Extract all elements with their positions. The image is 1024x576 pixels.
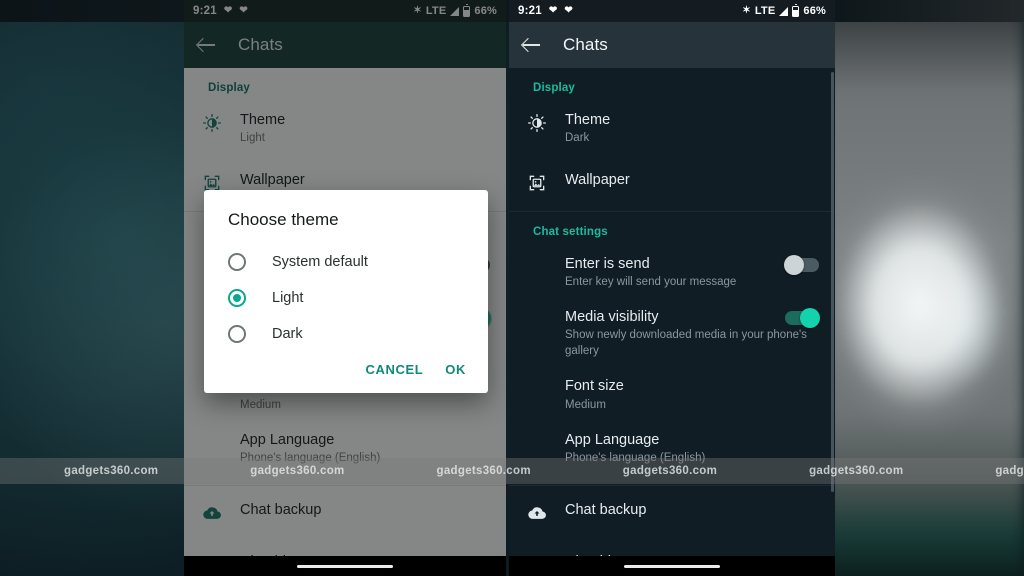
dialog-title: Choose theme: [228, 210, 339, 229]
radio-option-system-default[interactable]: System default: [204, 244, 488, 280]
list-item-title: Enter is send: [565, 255, 650, 272]
toggle-knob: [784, 254, 804, 275]
toggle-media-visibility[interactable]: [785, 308, 820, 329]
phone-left: 9:21 ❤ ❤ ✶ LTE 66% Chats Display: [184, 0, 506, 576]
signal-bars-icon: [779, 6, 789, 16]
radio-label: Light: [272, 290, 304, 306]
heart-icon: ❤: [564, 5, 574, 16]
list-item-subtitle: Phone's language (English): [565, 452, 706, 465]
status-time: 9:21: [518, 5, 542, 17]
battery-icon: [792, 3, 800, 17]
home-gesture-pill[interactable]: [624, 564, 720, 568]
back-arrow-icon[interactable]: [523, 36, 541, 54]
settings-list-right[interactable]: Display Theme Dark Wallpaper Chat settin…: [509, 68, 835, 576]
list-item-text: Media visibility Show newly downloaded m…: [565, 308, 821, 359]
list-item-chat-backup[interactable]: Chat backup: [509, 492, 835, 532]
brightness-contrast-icon: [509, 111, 565, 133]
list-item-title: Chat backup: [565, 501, 647, 518]
cancel-button[interactable]: CANCEL: [366, 362, 424, 377]
list-item-subtitle: Show newly downloaded media in your phon…: [565, 329, 807, 357]
radio-option-light[interactable]: Light: [204, 280, 488, 316]
list-item-wallpaper[interactable]: Wallpaper: [509, 162, 835, 202]
phone-left-screen: 9:21 ❤ ❤ ✶ LTE 66% Chats Display: [184, 0, 506, 576]
radio-icon-selected[interactable]: [228, 289, 246, 307]
radio-icon[interactable]: [228, 325, 246, 343]
list-item-text: Enter is send Enter key will send your m…: [565, 255, 821, 291]
app-bar-right: Chats: [509, 22, 835, 68]
list-item-subtitle: Dark: [565, 132, 590, 145]
list-item-subtitle: Enter key will send your message: [565, 275, 737, 288]
list-item-title: Wallpaper: [565, 171, 630, 188]
list-item-subtitle: Medium: [565, 398, 606, 411]
wallpaper-icon: [509, 171, 565, 193]
page-title: Chats: [563, 35, 608, 54]
section-heading-display: Display: [533, 82, 575, 94]
status-bar-right: 9:21 ❤ ❤ ✶ LTE 66%: [509, 0, 835, 22]
screenshot-stage: 9:21 ❤ ❤ ✶ LTE 66% Chats Display: [0, 0, 1024, 576]
battery-percent: 66%: [803, 5, 826, 17]
list-item-font-size[interactable]: Font size Medium: [509, 368, 835, 422]
list-item-text: Wallpaper: [565, 171, 821, 189]
phone-right: 9:21 ❤ ❤ ✶ LTE 66% Chats Display Theme D…: [509, 0, 835, 576]
dialog-actions: CANCEL OK: [204, 352, 488, 389]
list-item-title: Media visibility: [565, 309, 659, 326]
gesture-nav-bar-left: [184, 556, 506, 576]
choose-theme-dialog: Choose theme System default Light Dark C…: [204, 190, 488, 393]
list-item-title: Font size: [565, 378, 624, 395]
list-item-title: App Language: [565, 432, 660, 449]
status-bar-left-group: 9:21 ❤ ❤: [518, 5, 573, 17]
list-item-theme[interactable]: Theme Dark: [509, 102, 835, 156]
background-right-blur: [824, 0, 1024, 576]
home-gesture-pill[interactable]: [297, 564, 393, 568]
list-item-text: Theme Dark: [565, 111, 821, 147]
radio-label: Dark: [272, 326, 303, 342]
network-label: LTE: [754, 5, 776, 17]
ok-button[interactable]: OK: [445, 362, 466, 377]
radio-icon[interactable]: [228, 253, 246, 271]
list-item-text: Font size Medium: [565, 377, 821, 413]
scrollbar-thumb[interactable]: [831, 72, 834, 492]
list-item-text: App Language Phone's language (English): [565, 431, 821, 467]
heart-icon: ❤: [548, 5, 558, 16]
section-heading-chat-settings: Chat settings: [533, 225, 608, 238]
list-item-enter-is-send[interactable]: Enter is send Enter key will send your m…: [509, 246, 835, 300]
list-item-title: Theme: [565, 112, 611, 128]
list-item-media-visibility[interactable]: Media visibility Show newly downloaded m…: [509, 299, 835, 368]
list-item-text: Chat backup: [565, 501, 821, 519]
phone-right-screen: 9:21 ❤ ❤ ✶ LTE 66% Chats Display Theme D…: [509, 0, 835, 576]
toggle-enter-is-send[interactable]: [784, 254, 819, 275]
status-bar-right-group: ✶ LTE 66%: [742, 3, 826, 17]
bluetooth-icon: ✶: [742, 5, 751, 16]
radio-option-dark[interactable]: Dark: [204, 316, 488, 352]
gesture-nav-bar-right: [509, 556, 835, 576]
radio-label: System default: [272, 254, 368, 270]
list-item-app-language[interactable]: App Language Phone's language (English): [509, 422, 835, 476]
cloud-upload-icon: [509, 501, 565, 523]
